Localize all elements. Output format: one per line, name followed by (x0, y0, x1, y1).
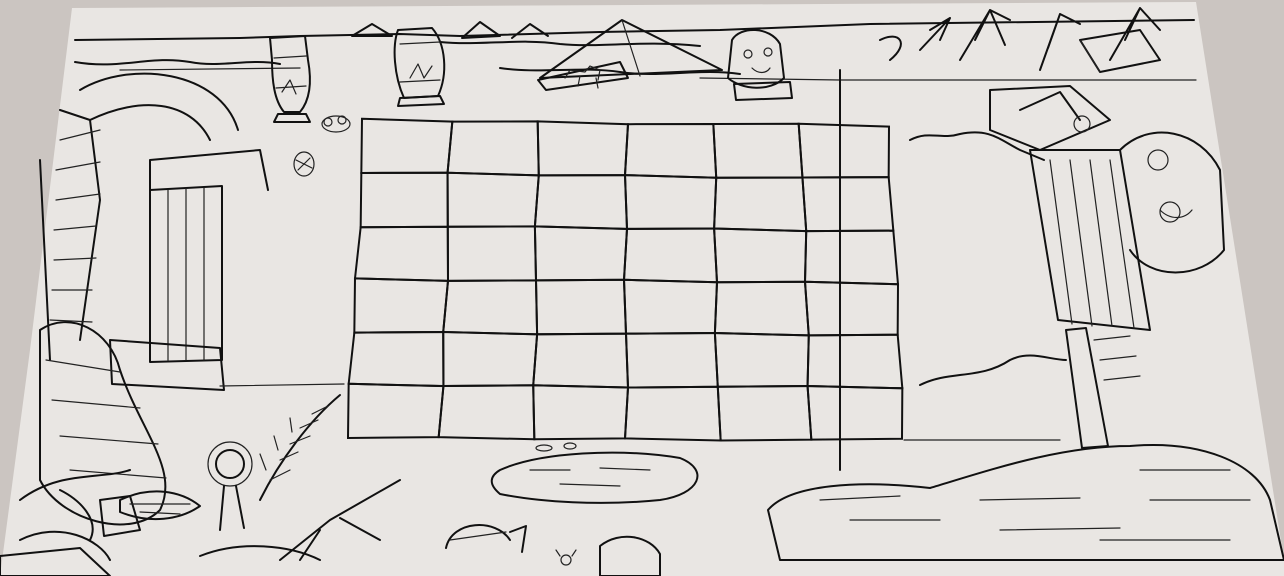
grid-cell-r5-c6[interactable] (806, 333, 904, 390)
grid-cell-r5-c1[interactable] (347, 330, 445, 388)
grid-cell-r1-c6[interactable] (797, 122, 891, 179)
grid-cell-r1-c5[interactable] (712, 122, 804, 179)
game-grid[interactable] (346, 117, 904, 442)
grid-cell-r2-c2[interactable] (446, 171, 540, 228)
grid-cell-r4-c6[interactable] (803, 280, 900, 337)
grid-cell-r1-c3[interactable] (536, 120, 630, 177)
grid-cell-r2-c6[interactable] (801, 176, 895, 233)
grid-cell-r4-c3[interactable] (534, 278, 628, 336)
grid-cell-r6-c3[interactable] (532, 384, 630, 441)
scene-canvas (0, 2, 1284, 576)
grid-cell-r4-c1[interactable] (353, 277, 450, 334)
grid-cell-r3-c4[interactable] (622, 227, 719, 284)
grid-cell-r3-c2[interactable] (446, 225, 538, 282)
grid-cell-r6-c2[interactable] (437, 384, 536, 441)
grid-cell-r5-c2[interactable] (442, 330, 539, 388)
grid-cell-r4-c2[interactable] (442, 279, 539, 336)
grid-cell-r6-c4[interactable] (623, 385, 722, 442)
grid-cell-r3-c1[interactable] (353, 225, 450, 282)
grid-cell-r1-c4[interactable] (623, 122, 718, 179)
grid-cell-r2-c4[interactable] (623, 174, 718, 230)
grid-cell-r3-c5[interactable] (713, 227, 808, 284)
grid-cell-r4-c4[interactable] (622, 278, 719, 335)
grid-cell-r2-c5[interactable] (713, 176, 808, 233)
grid-cell-r1-c1[interactable] (360, 117, 454, 175)
grid-cell-r2-c1[interactable] (359, 171, 449, 229)
grid-cell-r6-c5[interactable] (716, 385, 813, 442)
grid-cell-r2-c3[interactable] (533, 174, 629, 230)
grid-cell-r5-c4[interactable] (624, 332, 719, 389)
grid-cell-r3-c6[interactable] (803, 229, 900, 286)
grid-cell-r4-c5[interactable] (713, 280, 810, 337)
game-scene (0, 0, 1284, 576)
grid-cell-r1-c2[interactable] (446, 120, 540, 177)
grid-cell-r5-c3[interactable] (532, 332, 630, 389)
grid-cell-r6-c1[interactable] (346, 382, 445, 440)
grid-cell-r5-c5[interactable] (713, 331, 810, 388)
grid-cell-r3-c3[interactable] (533, 225, 629, 282)
grid-cell-r6-c6[interactable] (806, 384, 904, 441)
